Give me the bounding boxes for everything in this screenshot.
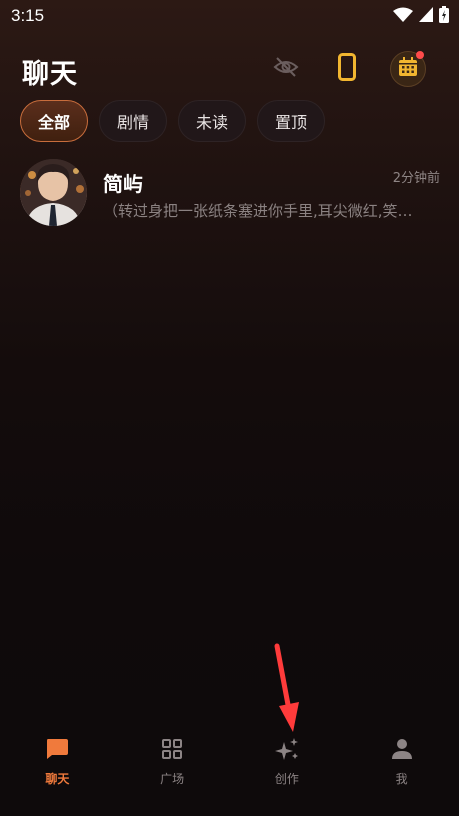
nav-plaza[interactable]: 广场 [115,728,230,792]
nav-create[interactable]: 创作 [230,728,345,792]
status-bar: 3:15 [0,0,459,32]
nav-create-label: 创作 [274,772,299,786]
chat-list-item[interactable]: 简屿 2分钟前 （转过身把一张纸条塞进你手里,耳尖微红,笑… [20,157,440,229]
notification-dot [416,51,424,59]
status-icons [393,6,449,27]
bottom-nav: 聊天 广场 创作 我 [0,728,459,792]
grid-icon [161,737,183,761]
tab-pinned[interactable]: 置顶 [257,100,326,142]
chat-icon [45,737,69,761]
nav-me[interactable]: 我 [344,728,459,792]
arrow-annotation [270,640,304,740]
calendar-button[interactable] [390,51,426,87]
nav-plaza-label: 广场 [160,772,185,786]
chat-preview: （转过身把一张纸条塞进你手里,耳尖微红,笑… [103,202,413,220]
chat-name: 简屿 [103,172,143,196]
phone-icon [338,53,356,85]
hide-toggle-button[interactable] [272,55,300,83]
nav-chat[interactable]: 聊天 [0,728,115,792]
filter-tabs: 全部 剧情 未读 置顶 [20,100,326,142]
person-icon [391,737,413,761]
wifi-icon [393,7,413,27]
sparkle-icon [274,737,300,761]
battery-icon [439,6,449,27]
phone-button[interactable] [334,53,360,85]
eye-off-icon [273,56,299,82]
status-time: 3:15 [11,6,45,25]
tab-unread[interactable]: 未读 [178,100,247,142]
tab-all[interactable]: 全部 [20,100,89,142]
chat-time: 2分钟前 [392,171,440,186]
signal-icon [419,7,433,26]
page-title: 聊天 [22,59,78,90]
tab-story[interactable]: 剧情 [99,100,168,142]
calendar-icon [398,57,418,81]
nav-chat-label: 聊天 [45,772,70,786]
avatar [20,159,87,226]
nav-me-label: 我 [395,772,408,786]
